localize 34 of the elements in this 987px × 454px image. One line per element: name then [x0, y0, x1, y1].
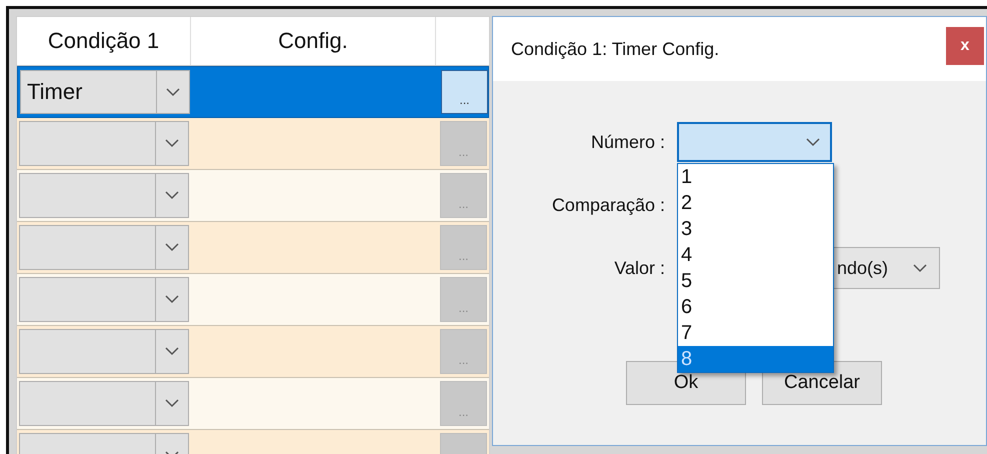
dropdown-option[interactable]: 5 — [678, 268, 833, 294]
chevron-down-icon — [166, 88, 180, 96]
unit-dropdown[interactable]: ndo(s) — [832, 247, 940, 289]
condition-dropdown[interactable] — [19, 225, 189, 270]
chevron-down-icon — [165, 243, 179, 252]
chevron-down-icon — [165, 399, 179, 408]
condition-dropdown[interactable] — [19, 173, 189, 218]
field-label: Valor : — [613, 258, 665, 278]
grid-row[interactable]: Timer ... — [17, 66, 489, 118]
dropdown-option[interactable]: 2 — [678, 190, 833, 216]
dropdown-option[interactable]: 6 — [678, 294, 833, 320]
field-label: Número : — [590, 132, 665, 152]
chevron-down-icon — [913, 264, 927, 272]
condition-dropdown[interactable] — [19, 277, 189, 322]
column-header[interactable]: Condição 1 — [17, 17, 191, 65]
chevron-down-icon — [165, 295, 179, 304]
number-dropdown[interactable] — [677, 122, 832, 162]
condition-dropdown[interactable] — [19, 381, 189, 426]
column-header[interactable]: Config. — [191, 17, 436, 65]
dropdown-option[interactable]: 3 — [678, 216, 833, 242]
dialog-title: Condição 1: Timer Config. — [511, 38, 720, 60]
condition-dropdown[interactable]: Timer — [20, 70, 190, 114]
chevron-down-icon — [806, 138, 820, 146]
dropdown-option[interactable]: 4 — [678, 242, 833, 268]
chevron-down-icon — [165, 139, 179, 148]
config-button[interactable]: ... — [441, 70, 488, 114]
chevron-down-icon — [165, 191, 179, 200]
field-label: Comparação : — [550, 194, 665, 216]
close-button[interactable]: x — [946, 27, 984, 65]
dropdown-option[interactable]: 1 — [678, 164, 833, 190]
condition-dropdown[interactable] — [19, 329, 189, 374]
chevron-down-icon — [165, 347, 179, 356]
condition-dropdown[interactable] — [19, 121, 189, 166]
dropdown-option[interactable]: 7 — [678, 320, 833, 346]
